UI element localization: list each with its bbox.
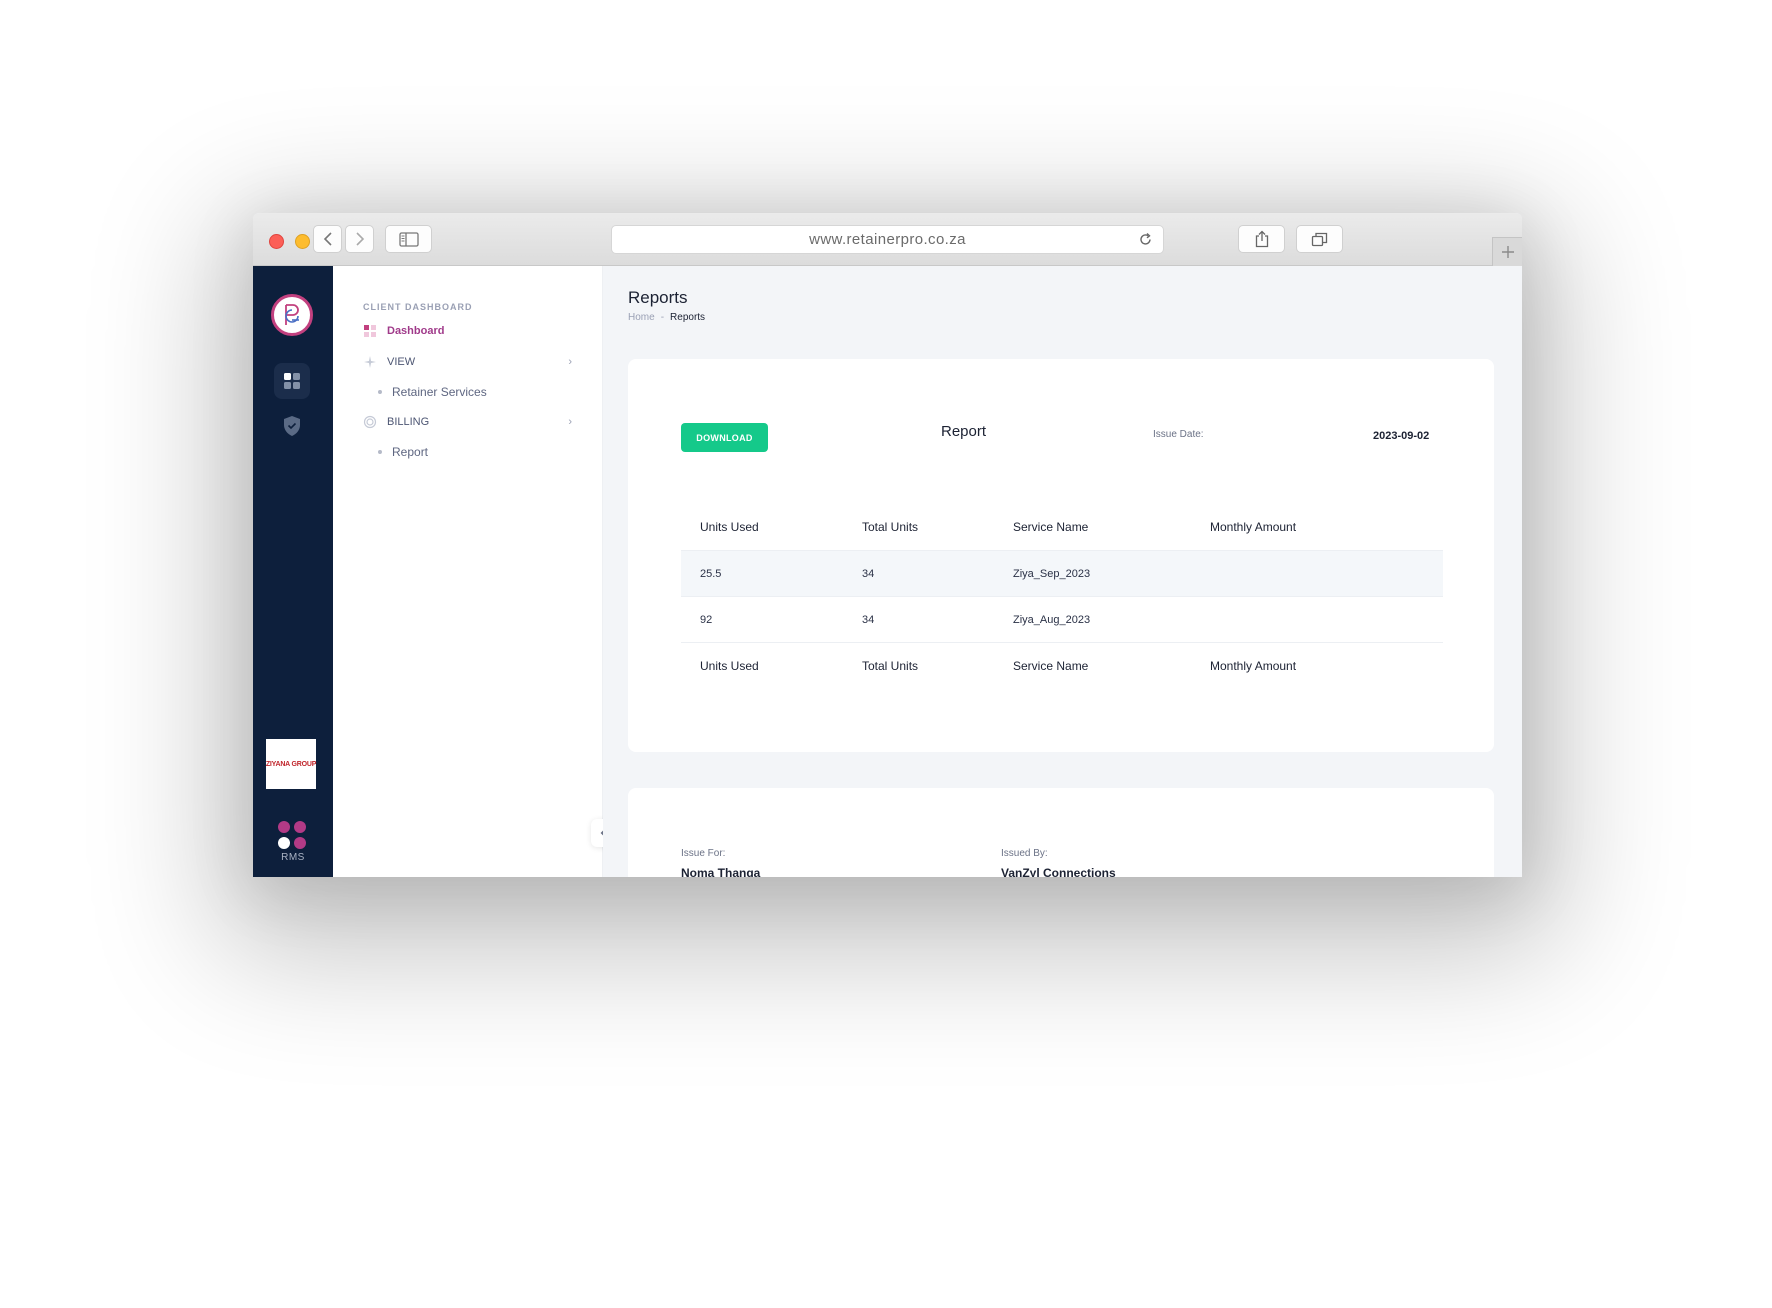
- dashboard-icon: [363, 324, 377, 338]
- company-logo-text: ZIYANA GROUP: [265, 760, 317, 768]
- cell-service-name: Ziya_Sep_2023: [1013, 567, 1091, 580]
- column-footer: Total Units: [862, 658, 919, 673]
- issue-date-value: 2023-09-02: [1373, 430, 1430, 442]
- share-icon: [1255, 230, 1268, 248]
- url-text: www.retainerpro.co.za: [809, 231, 966, 248]
- issued-by-label: Issued By:: [1001, 848, 1048, 859]
- breadcrumb-home[interactable]: Home: [628, 312, 655, 323]
- new-tab-button[interactable]: [1492, 237, 1522, 266]
- chevron-right-icon[interactable]: ›: [568, 416, 572, 428]
- column-header: Service Name: [1013, 520, 1089, 534]
- menu-item-view[interactable]: VIEW: [363, 355, 415, 369]
- icon-rail: ZIYANA GROUP RMS: [253, 266, 333, 877]
- menu-subitem-report[interactable]: Report: [378, 445, 428, 459]
- minimize-window-button[interactable]: [295, 234, 310, 249]
- menu-item-label: Dashboard: [387, 325, 445, 337]
- tabs-icon: [1311, 232, 1328, 246]
- cell-total-units: 34: [862, 613, 875, 626]
- page-title: Reports: [628, 288, 688, 307]
- report-table: Units Used Total Units Service Name Mont…: [681, 504, 1443, 688]
- menu-section-title: CLIENT DASHBOARD: [363, 302, 473, 312]
- reload-icon[interactable]: [1138, 232, 1153, 247]
- browser-window: www.retainerpro.co.za ZIYANA GROUP RMS C…: [253, 213, 1522, 877]
- menu-subitem-label: Report: [392, 445, 429, 459]
- chevron-right-icon[interactable]: ›: [568, 356, 572, 368]
- column-footer: Units Used: [700, 658, 759, 673]
- cell-service-name: Ziya_Aug_2023: [1013, 613, 1091, 626]
- rail-security-button[interactable]: [282, 415, 302, 442]
- main-content: Reports Home - Reports DOWNLOAD Report I…: [603, 266, 1522, 877]
- close-window-button[interactable]: [269, 234, 284, 249]
- table-footer-row: Units Used Total Units Service Name Mont…: [681, 642, 1443, 688]
- menu-item-label: VIEW: [387, 356, 416, 368]
- issue-date-label: Issue Date:: [1153, 429, 1204, 440]
- back-button[interactable]: [313, 225, 342, 253]
- report-card: DOWNLOAD Report Issue Date: 2023-09-02 U…: [628, 359, 1494, 752]
- rail-dashboard-button[interactable]: [274, 363, 310, 399]
- rms-brand: RMS: [277, 821, 309, 863]
- column-footer: Service Name: [1013, 658, 1089, 673]
- chevron-right-icon: [355, 232, 364, 246]
- address-bar[interactable]: www.retainerpro.co.za: [611, 225, 1164, 254]
- sidebar-icon: [398, 231, 419, 247]
- grid-icon: [284, 373, 300, 389]
- menu-subitem-retainer-services[interactable]: Retainer Services: [378, 385, 487, 399]
- table-row: 92 34 Ziya_Aug_2023: [681, 596, 1443, 642]
- column-header: Total Units: [862, 520, 919, 534]
- issue-for-value: Noma Thanga: [681, 866, 761, 877]
- column-footer: Monthly Amount: [1210, 658, 1297, 673]
- share-button[interactable]: [1238, 225, 1285, 253]
- sidebar-toggle-button[interactable]: [385, 225, 432, 253]
- bullet-icon: [378, 390, 382, 394]
- browser-toolbar: www.retainerpro.co.za: [253, 213, 1522, 266]
- cell-total-units: 34: [862, 567, 875, 580]
- shield-icon: [284, 416, 300, 436]
- download-button[interactable]: DOWNLOAD: [681, 423, 768, 452]
- breadcrumb: Home - Reports: [628, 312, 705, 323]
- issue-details-card: Issue For: Noma Thanga Issued By: VanZyl…: [628, 788, 1494, 877]
- forward-button[interactable]: [345, 225, 374, 253]
- company-logo: ZIYANA GROUP: [266, 739, 316, 789]
- table-row: 25.5 34 Ziya_Sep_2023: [681, 550, 1443, 596]
- retainerpro-logo-icon: [285, 304, 299, 325]
- menu-item-dashboard[interactable]: Dashboard: [363, 324, 444, 338]
- menu-subitem-label: Retainer Services: [392, 385, 487, 399]
- rms-logo-icon: [278, 821, 309, 849]
- cell-units-used: 25.5: [700, 567, 722, 580]
- breadcrumb-separator: -: [660, 312, 665, 323]
- breadcrumb-current: Reports: [670, 312, 706, 323]
- column-header: Units Used: [700, 520, 759, 534]
- plus-icon: [1501, 246, 1514, 258]
- tabs-overview-button[interactable]: [1296, 225, 1343, 253]
- menu-item-billing[interactable]: BILLING: [363, 415, 429, 429]
- issue-for-label: Issue For:: [681, 848, 726, 859]
- chevron-left-icon: [323, 232, 332, 246]
- billing-icon: [363, 415, 377, 429]
- column-header: Monthly Amount: [1210, 520, 1297, 534]
- bullet-icon: [378, 450, 382, 454]
- side-menu: CLIENT DASHBOARD Dashboard VIEW › Retain…: [333, 266, 603, 877]
- app-logo[interactable]: [271, 294, 313, 336]
- issued-by-value: VanZyl Connections: [1001, 866, 1116, 877]
- report-title: Report: [941, 423, 987, 440]
- menu-item-label: BILLING: [387, 416, 430, 428]
- cell-units-used: 92: [700, 613, 713, 626]
- table-header-row: Units Used Total Units Service Name Mont…: [681, 504, 1443, 550]
- view-icon: [363, 355, 377, 369]
- rms-label: RMS: [281, 852, 305, 863]
